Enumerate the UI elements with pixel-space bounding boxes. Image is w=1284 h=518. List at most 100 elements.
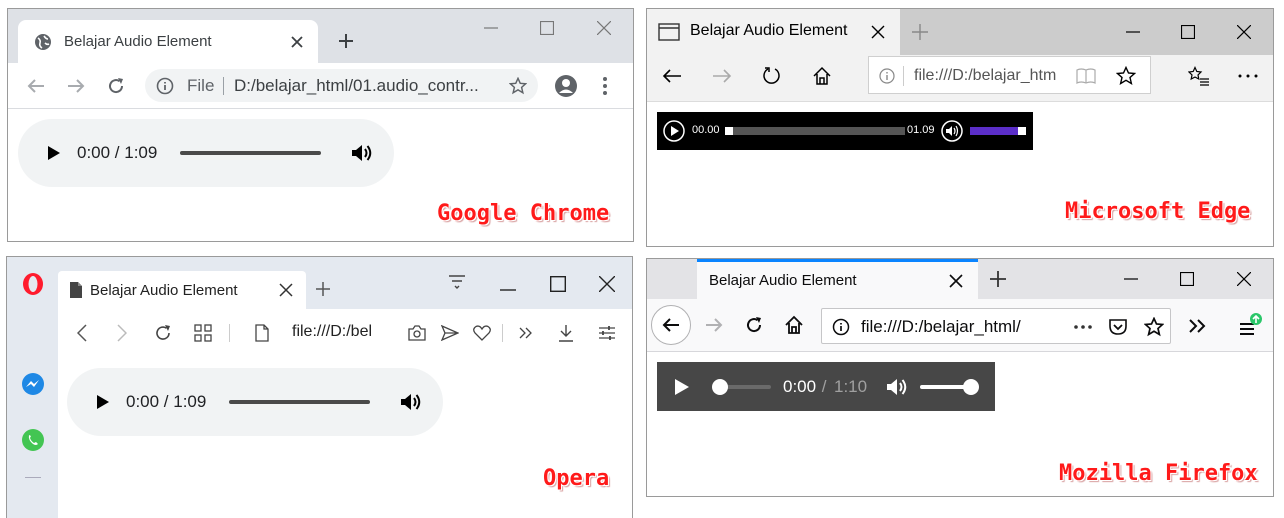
volume-icon[interactable] xyxy=(940,119,964,143)
opera-tab[interactable]: Belajar Audio Element xyxy=(58,271,306,309)
download-icon[interactable] xyxy=(554,321,578,345)
new-tab-plus-icon[interactable] xyxy=(987,268,1009,290)
minimize-icon[interactable] xyxy=(1122,21,1144,43)
player-duration: 1:10 xyxy=(834,377,868,396)
info-icon[interactable] xyxy=(155,76,175,96)
reading-view-icon[interactable] xyxy=(1075,66,1097,86)
volume-icon[interactable] xyxy=(350,141,374,165)
edge-audio-player[interactable]: 00.00 01.09 xyxy=(657,112,1033,150)
volume-icon[interactable] xyxy=(885,376,909,398)
player-current-time: 0:00 xyxy=(783,377,817,396)
back-arrow-icon[interactable] xyxy=(71,321,93,345)
play-icon[interactable] xyxy=(44,143,64,163)
url-path[interactable]: D:/belajar_html/01.audio_contr... xyxy=(234,76,492,96)
menu-kebab-icon[interactable] xyxy=(595,74,615,98)
firefox-url[interactable]: file:///D:/belajar_html/ xyxy=(861,317,1031,337)
chrome-audio-player[interactable]: 0:00 / 1:09 xyxy=(18,119,394,187)
firefox-url-bar[interactable]: file:///D:/belajar_html/ xyxy=(821,308,1171,344)
opera-audio-player[interactable]: 0:00 / 1:09 xyxy=(67,368,443,436)
play-icon[interactable] xyxy=(93,392,113,412)
star-icon[interactable] xyxy=(1115,65,1137,87)
favorites-list-icon[interactable] xyxy=(1187,64,1211,88)
play-icon[interactable] xyxy=(662,119,686,143)
forward-arrow-icon[interactable] xyxy=(710,64,734,88)
maximize-icon[interactable] xyxy=(1176,268,1198,290)
edge-url[interactable]: file:///D:/belajar_htm xyxy=(914,67,1064,85)
close-icon[interactable] xyxy=(867,21,889,43)
star-icon[interactable] xyxy=(1142,315,1166,339)
close-icon[interactable] xyxy=(276,280,296,300)
chrome-tab[interactable]: Belajar Audio Element xyxy=(18,20,318,63)
chrome-tab-title: Belajar Audio Element xyxy=(64,33,212,50)
window-close-icon[interactable] xyxy=(596,273,618,295)
seek-thumb[interactable] xyxy=(712,379,728,395)
info-icon[interactable] xyxy=(877,66,897,86)
minimize-icon[interactable] xyxy=(480,19,502,37)
seek-slider[interactable] xyxy=(180,151,321,155)
back-arrow-icon[interactable] xyxy=(651,305,691,345)
account-icon[interactable] xyxy=(553,73,579,99)
play-icon[interactable] xyxy=(671,376,693,398)
reload-icon[interactable] xyxy=(760,64,784,88)
new-tab-plus-icon[interactable] xyxy=(334,29,358,53)
heart-icon[interactable] xyxy=(470,321,494,345)
camera-icon[interactable] xyxy=(405,321,429,345)
firefox-tab[interactable]: Belajar Audio Element xyxy=(697,259,978,299)
maximize-icon[interactable] xyxy=(536,19,558,37)
window-close-icon[interactable] xyxy=(1233,268,1255,290)
new-tab-plus-icon[interactable] xyxy=(909,21,931,43)
info-icon[interactable] xyxy=(830,316,852,338)
reload-icon[interactable] xyxy=(151,321,175,345)
firefox-tab-title: Belajar Audio Element xyxy=(709,272,857,289)
close-icon[interactable] xyxy=(945,270,967,292)
url-scheme: File xyxy=(187,76,215,95)
home-icon[interactable] xyxy=(810,64,834,88)
window-close-icon[interactable] xyxy=(593,19,615,37)
page-actions-icon[interactable] xyxy=(1072,316,1094,338)
opera-url[interactable]: file:///D:/bel xyxy=(292,323,392,341)
back-arrow-icon[interactable] xyxy=(24,74,48,98)
volume-icon[interactable] xyxy=(399,390,423,414)
volume-thumb[interactable] xyxy=(963,379,979,395)
pocket-icon[interactable] xyxy=(1107,316,1129,338)
volume-thumb[interactable] xyxy=(1018,127,1026,135)
opera-logo-icon[interactable] xyxy=(20,271,46,297)
volume-track[interactable] xyxy=(970,127,1026,135)
firefox-audio-player[interactable]: 0:00 / 1:10 xyxy=(657,362,995,411)
player-time: 0:00 / 1:09 xyxy=(77,143,158,162)
close-icon[interactable] xyxy=(287,32,307,52)
settings-sliders-icon[interactable] xyxy=(595,321,619,345)
maximize-icon[interactable] xyxy=(1177,21,1199,43)
messenger-icon[interactable] xyxy=(20,371,46,397)
globe-icon xyxy=(33,32,53,52)
tabs-grid-icon[interactable] xyxy=(191,321,215,345)
browser-label-chrome: Google Chrome xyxy=(437,201,610,226)
page-tab-icon xyxy=(657,20,681,44)
hamburger-menu-icon[interactable] xyxy=(1235,311,1265,341)
forward-arrow-icon[interactable] xyxy=(702,313,726,337)
more-icon[interactable] xyxy=(1236,64,1260,88)
reload-icon[interactable] xyxy=(742,313,766,337)
star-icon[interactable] xyxy=(507,75,529,97)
seek-track[interactable] xyxy=(725,127,905,135)
edge-tab[interactable]: Belajar Audio Element xyxy=(647,9,900,55)
back-arrow-icon[interactable] xyxy=(660,64,684,88)
reload-icon[interactable] xyxy=(104,74,128,98)
whatsapp-icon[interactable] xyxy=(20,427,46,453)
minimize-icon[interactable] xyxy=(1120,268,1142,290)
maximize-icon[interactable] xyxy=(547,273,569,295)
forward-arrow-icon[interactable] xyxy=(111,321,133,345)
window-close-icon[interactable] xyxy=(1233,21,1255,43)
easy-setup-icon[interactable] xyxy=(446,271,468,293)
seek-thumb[interactable] xyxy=(725,127,733,135)
home-icon[interactable] xyxy=(782,313,806,337)
new-tab-plus-icon[interactable] xyxy=(312,278,334,300)
send-icon[interactable] xyxy=(438,321,462,345)
seek-slider[interactable] xyxy=(229,400,370,404)
edge-address-bar[interactable]: file:///D:/belajar_htm xyxy=(868,56,1151,94)
chrome-omnibox[interactable]: File D:/belajar_html/01.audio_contr... xyxy=(145,69,538,102)
more-chevron-icon[interactable] xyxy=(514,321,538,345)
overflow-chevron-icon[interactable] xyxy=(1185,314,1211,338)
minimize-icon[interactable] xyxy=(497,279,519,301)
forward-arrow-icon[interactable] xyxy=(64,74,88,98)
